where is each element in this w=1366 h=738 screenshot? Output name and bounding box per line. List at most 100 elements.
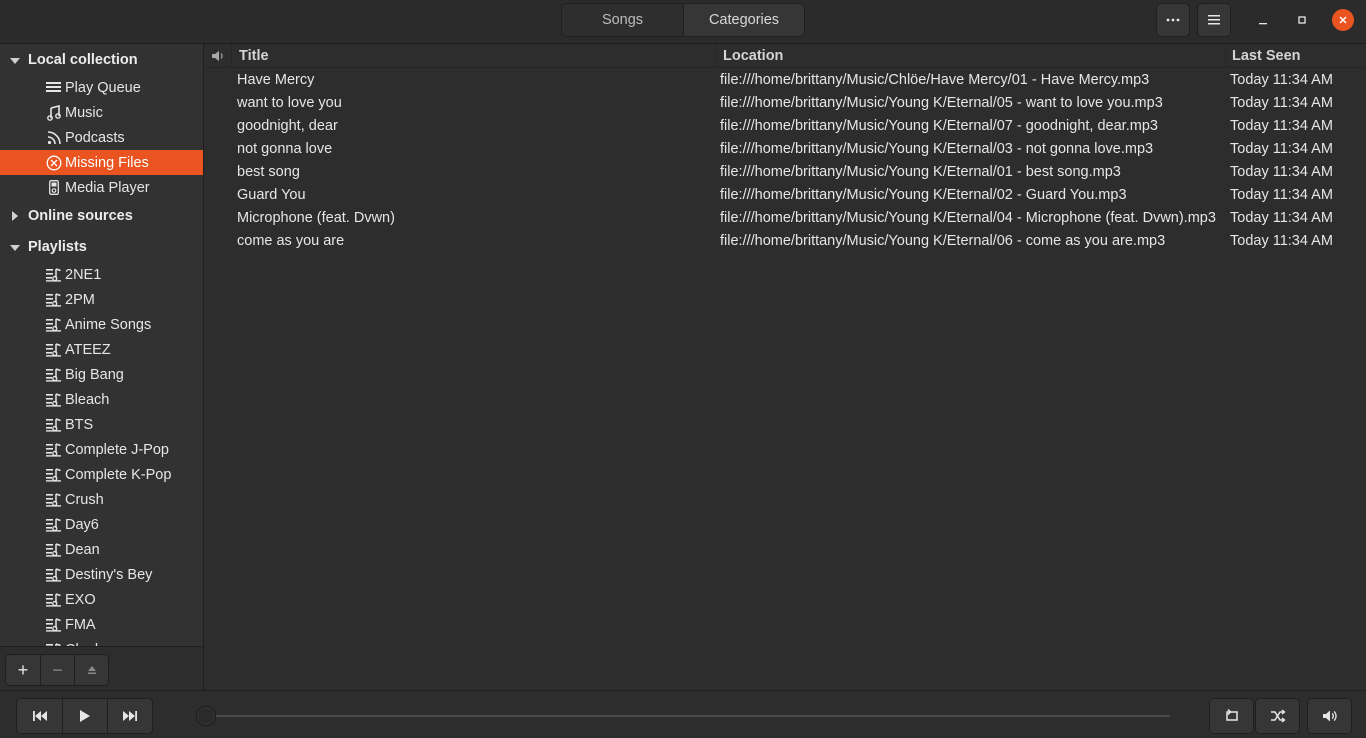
- sidebar-item-playlist[interactable]: Dean: [0, 537, 203, 562]
- sidebar: Local collection Play Queue Music Podcas…: [0, 44, 203, 646]
- sidebar-item-playlist[interactable]: ATEEZ: [0, 337, 203, 362]
- sidebar-item-label: Anime Songs: [65, 316, 152, 333]
- playlist-icon: [46, 492, 62, 508]
- previous-button[interactable]: [17, 699, 62, 733]
- tab-categories[interactable]: Categories: [683, 4, 804, 36]
- more-button[interactable]: [1156, 3, 1190, 37]
- sidebar-item-playlist[interactable]: Destiny's Bey: [0, 562, 203, 587]
- sidebar-item-label: Bleach: [65, 391, 110, 408]
- playlist-icon: [46, 417, 62, 433]
- sidebar-item-label: FMA: [65, 616, 96, 633]
- group-playlists[interactable]: Playlists: [0, 235, 203, 259]
- sidebar-item-playlist[interactable]: 2NE1: [0, 262, 203, 287]
- playlist-tools: + −: [5, 654, 109, 686]
- sidebar-item-playlist[interactable]: BTS: [0, 412, 203, 437]
- next-button[interactable]: [107, 699, 152, 733]
- sidebar-item-music[interactable]: Music: [0, 100, 203, 125]
- cell-last-seen: Today 11:34 AM: [1230, 118, 1333, 134]
- table-row[interactable]: goodnight, dear file:///home/brittany/Mus…: [204, 115, 1366, 138]
- header-bar: Songs Categories: [0, 0, 1366, 44]
- cell-last-seen: Today 11:34 AM: [1230, 95, 1333, 111]
- sidebar-item-label: EXO: [65, 591, 96, 608]
- table-row[interactable]: best song file:///home/brittany/Music/You…: [204, 161, 1366, 184]
- sidebar-item-playlist[interactable]: Cleek: [0, 637, 203, 646]
- eject-icon: [87, 666, 96, 674]
- cell-last-seen: Today 11:34 AM: [1230, 164, 1333, 180]
- playlist-icon: [46, 617, 62, 633]
- table-row[interactable]: Have Mercy file:///home/brittany/Music/Ch…: [204, 69, 1366, 92]
- cell-title: Microphone (feat. Dvwn): [237, 210, 395, 226]
- sidebar-item-playlist[interactable]: EXO: [0, 587, 203, 612]
- sidebar-item-playlist[interactable]: Day6: [0, 512, 203, 537]
- cell-location: file:///home/brittany/Music/Chlöe/Have M…: [720, 72, 1150, 88]
- eject-button[interactable]: [74, 655, 108, 685]
- close-icon: [1339, 16, 1347, 24]
- table-row[interactable]: come as you are file:///home/brittany/Mus…: [204, 230, 1366, 253]
- sidebar-item-missing-files[interactable]: Missing Files: [0, 150, 203, 175]
- rss-icon: [46, 130, 62, 146]
- group-online-sources[interactable]: Online sources: [0, 204, 203, 228]
- table-row[interactable]: Guard You file:///home/brittany/Music/You…: [204, 184, 1366, 207]
- sidebar-item-playlist[interactable]: Complete K-Pop: [0, 462, 203, 487]
- group-local-collection[interactable]: Local collection: [0, 48, 203, 72]
- shuffle-button[interactable]: [1255, 698, 1300, 734]
- add-playlist-button[interactable]: +: [6, 655, 40, 685]
- sidebar-item-play-queue[interactable]: Play Queue: [0, 75, 203, 100]
- previous-icon: [32, 711, 47, 721]
- app-menu-button[interactable]: [1197, 3, 1231, 37]
- sidebar-item-playlist[interactable]: Complete J-Pop: [0, 437, 203, 462]
- sidebar-item-playlist[interactable]: Anime Songs: [0, 312, 203, 337]
- sidebar-item-playlist[interactable]: 2PM: [0, 287, 203, 312]
- cell-location: file:///home/brittany/Music/Young K/Eter…: [720, 210, 1216, 226]
- cell-title: goodnight, dear: [237, 118, 338, 134]
- group-label: Online sources: [28, 208, 133, 224]
- seek-bar[interactable]: [206, 715, 1170, 717]
- sidebar-item-label: BTS: [65, 416, 94, 433]
- sidebar-item-playlist[interactable]: Crush: [0, 487, 203, 512]
- repeat-button[interactable]: [1209, 698, 1254, 734]
- shuffle-icon: [1270, 709, 1286, 723]
- volume-icon: [1322, 710, 1337, 722]
- close-button[interactable]: [1332, 9, 1354, 31]
- sidebar-item-media-player[interactable]: Media Player: [0, 175, 203, 200]
- cell-location: file:///home/brittany/Music/Young K/Eter…: [720, 233, 1166, 249]
- cell-location: file:///home/brittany/Music/Young K/Eter…: [720, 95, 1163, 111]
- sidebar-item-label: Music: [65, 104, 103, 121]
- playlist-icon: [46, 442, 62, 458]
- cell-last-seen: Today 11:34 AM: [1230, 187, 1333, 203]
- sidebar-item-podcasts[interactable]: Podcasts: [0, 125, 203, 150]
- table-row[interactable]: not gonna love file:///home/brittany/Musi…: [204, 138, 1366, 161]
- volume-button[interactable]: [1307, 698, 1352, 734]
- more-horizontal-icon: [1166, 18, 1180, 22]
- sidebar-item-playlist[interactable]: FMA: [0, 612, 203, 637]
- playlist-icon: [46, 542, 62, 558]
- seek-handle[interactable]: [196, 706, 216, 726]
- missing-files-icon: [46, 155, 62, 171]
- sidebar-item-label: Day6: [65, 516, 99, 533]
- cell-location: file:///home/brittany/Music/Young K/Eter…: [720, 141, 1154, 157]
- group-label: Playlists: [28, 239, 87, 255]
- playlist-icon: [46, 342, 62, 358]
- play-button[interactable]: [62, 699, 107, 733]
- play-icon: [80, 710, 90, 722]
- column-location[interactable]: Location: [715, 44, 1225, 68]
- table-row[interactable]: want to love you file:///home/brittany/Mu…: [204, 92, 1366, 115]
- column-title[interactable]: Title: [231, 44, 715, 68]
- sidebar-item-label: ATEEZ: [65, 341, 111, 358]
- sidebar-item-playlist[interactable]: Bleach: [0, 387, 203, 412]
- expander-right-icon: [12, 211, 18, 221]
- minimize-button[interactable]: [1252, 9, 1274, 31]
- column-playing-indicator[interactable]: [204, 44, 231, 68]
- sidebar-item-label: Dean: [65, 541, 100, 558]
- maximize-icon: [1298, 16, 1306, 24]
- remove-playlist-button[interactable]: −: [40, 655, 74, 685]
- playlist-icon: [46, 392, 62, 408]
- sidebar-item-playlist[interactable]: Big Bang: [0, 362, 203, 387]
- group-label: Local collection: [28, 52, 138, 68]
- table-row[interactable]: Microphone (feat. Dvwn) file:///home/brit…: [204, 207, 1366, 230]
- tab-songs[interactable]: Songs: [562, 4, 683, 36]
- sidebar-toolbar: + −: [0, 646, 203, 690]
- column-last-seen[interactable]: Last Seen: [1225, 44, 1366, 68]
- repeat-icon: [1225, 709, 1238, 721]
- maximize-button[interactable]: [1291, 9, 1313, 31]
